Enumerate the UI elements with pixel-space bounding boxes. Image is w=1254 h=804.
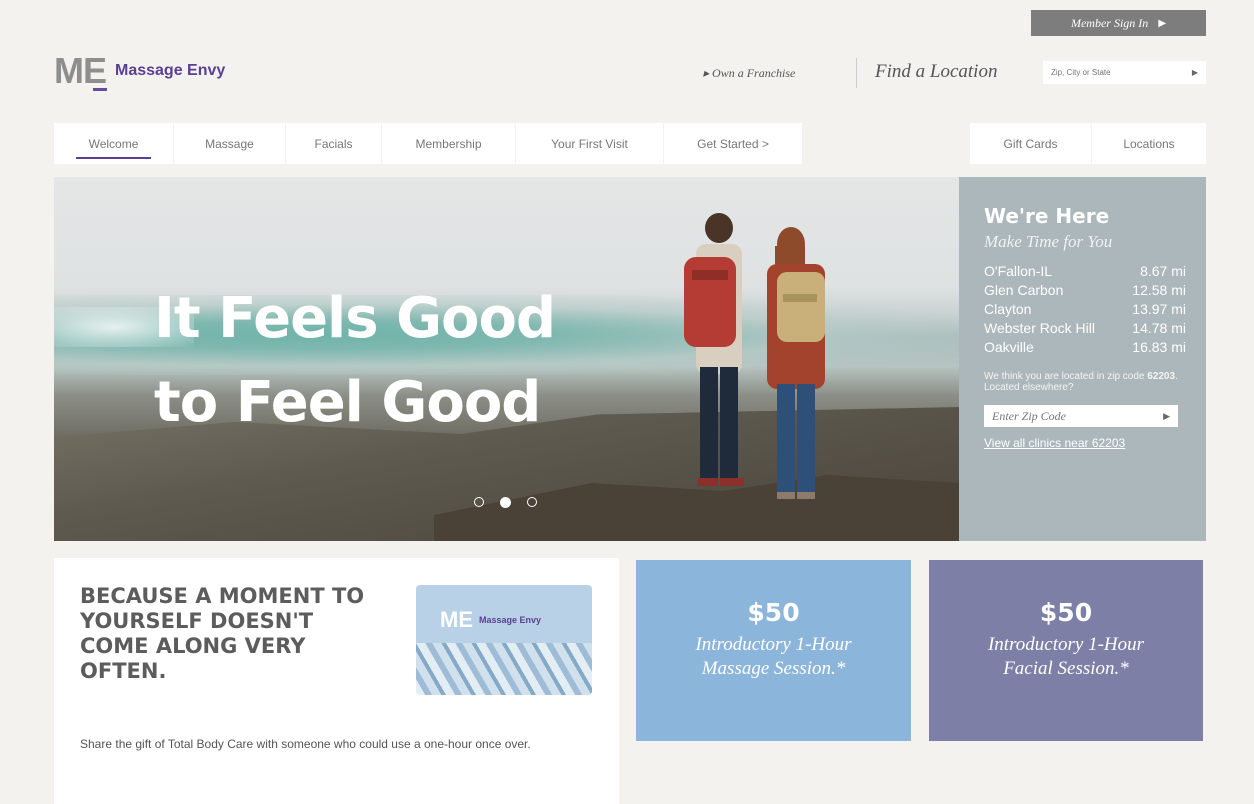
location-distance: 12.58 mi bbox=[1132, 282, 1186, 298]
logo-mark: ME bbox=[54, 50, 107, 91]
hero-headline-line1: It Feels Good bbox=[154, 286, 556, 351]
nav-item-get-started[interactable]: Get Started > bbox=[664, 123, 802, 164]
location-row[interactable]: Oakville 16.83 mi bbox=[984, 338, 1186, 357]
offer-line1: Introductory 1-Hour bbox=[695, 634, 852, 655]
offer-price: $50 bbox=[1039, 598, 1093, 627]
nav-item-membership[interactable]: Membership bbox=[382, 123, 516, 164]
location-search-input[interactable] bbox=[1051, 68, 1171, 77]
carousel-dot-1[interactable] bbox=[474, 497, 484, 507]
nav-label: Locations bbox=[1123, 136, 1175, 151]
play-arrow-icon: ▶ bbox=[1158, 17, 1167, 29]
nav-label: Massage bbox=[205, 136, 254, 151]
member-signin-button[interactable]: Member Sign In ▶ bbox=[1031, 10, 1206, 36]
location-search-box: ▶ bbox=[1043, 61, 1206, 84]
nav-item-first-visit[interactable]: Your First Visit bbox=[516, 123, 664, 164]
location-row[interactable]: Clayton 13.97 mi bbox=[984, 300, 1186, 319]
gift-card-logo: ME Massage Envy bbox=[440, 607, 541, 633]
zip-submit-arrow-icon[interactable]: ▶ bbox=[1163, 411, 1170, 422]
location-row[interactable]: Webster Rock Hill 14.78 mi bbox=[984, 319, 1186, 338]
nav-label: Gift Cards bbox=[1003, 136, 1058, 151]
main-nav: Welcome Massage Facials Membership Your … bbox=[54, 123, 802, 164]
offer-description: Introductory 1-Hour Facial Session.* bbox=[929, 633, 1203, 681]
location-distance: 13.97 mi bbox=[1132, 301, 1186, 317]
logo-underline bbox=[93, 88, 107, 91]
own-franchise-link[interactable]: ▸ Own a Franchise bbox=[703, 66, 795, 81]
promo-text: Share the gift of Total Body Care with s… bbox=[80, 737, 531, 751]
offer-price: $50 bbox=[747, 598, 800, 627]
hero-banner[interactable]: It Feels Good to Feel Good bbox=[54, 177, 959, 541]
small-arrow-icon: ▸ bbox=[703, 66, 710, 80]
location-distance: 14.78 mi bbox=[1132, 320, 1186, 336]
nav-label: Facials bbox=[314, 136, 353, 151]
carousel-dots bbox=[474, 497, 537, 508]
nav-item-locations[interactable]: Locations bbox=[1092, 123, 1206, 164]
nearby-locations-list: O'Fallon-IL 8.67 mi Glen Carbon 12.58 mi… bbox=[984, 262, 1186, 357]
location-name: Webster Rock Hill bbox=[984, 320, 1095, 336]
offer-description: Introductory 1-Hour Massage Session.* bbox=[636, 633, 911, 681]
nav-item-facials[interactable]: Facials bbox=[286, 123, 382, 164]
gift-card-mark: ME bbox=[440, 607, 473, 632]
hero-headline-line2: to Feel Good bbox=[154, 370, 541, 435]
nav-label: Get Started > bbox=[697, 136, 769, 151]
hero-headline: It Feels Good to Feel Good bbox=[154, 277, 556, 445]
nav-item-gift-cards[interactable]: Gift Cards bbox=[970, 123, 1092, 164]
gift-promo-card: BECAUSE A MOMENT TO YOURSELF DOESN'T COM… bbox=[54, 558, 619, 804]
zip-code-input[interactable] bbox=[992, 408, 1142, 424]
massage-offer-tile[interactable]: $50 Introductory 1-Hour Massage Session.… bbox=[636, 560, 911, 741]
facial-offer-tile[interactable]: $50 Introductory 1-Hour Facial Session.* bbox=[929, 560, 1203, 741]
nav-item-massage[interactable]: Massage bbox=[174, 123, 286, 164]
view-all-clinics-link[interactable]: View all clinics near 62203 bbox=[984, 436, 1186, 450]
carousel-dot-2[interactable] bbox=[500, 497, 511, 508]
brand-name: Massage Envy bbox=[115, 62, 226, 79]
location-name: Glen Carbon bbox=[984, 282, 1064, 298]
gift-card-pattern bbox=[416, 643, 592, 695]
locator-subtitle: Make Time for You bbox=[984, 232, 1113, 251]
gift-card-image[interactable]: ME Massage Envy bbox=[416, 585, 592, 695]
hero-woman-figure bbox=[767, 227, 825, 499]
brand-logo[interactable]: ME Massage Envy bbox=[54, 50, 226, 91]
location-panel: We're Here Make Time for You O'Fallon-IL… bbox=[959, 177, 1206, 541]
nav-label: Welcome bbox=[88, 136, 139, 151]
location-row[interactable]: O'Fallon-IL 8.67 mi bbox=[984, 262, 1186, 281]
gift-card-brand: Massage Envy bbox=[479, 615, 542, 625]
offer-line2: Massage Session.* bbox=[701, 658, 846, 679]
promo-heading: BECAUSE A MOMENT TO YOURSELF DOESN'T COM… bbox=[80, 584, 365, 683]
header-divider bbox=[856, 58, 857, 88]
offer-line2: Facial Session.* bbox=[1003, 658, 1129, 679]
location-name: Clayton bbox=[984, 301, 1032, 317]
location-row[interactable]: Glen Carbon 12.58 mi bbox=[984, 281, 1186, 300]
own-franchise-label: Own a Franchise bbox=[712, 66, 796, 80]
search-submit-arrow-icon[interactable]: ▶ bbox=[1192, 68, 1198, 77]
location-distance: 16.83 mi bbox=[1132, 339, 1186, 355]
note-prefix: We think you are located in zip code bbox=[984, 371, 1148, 382]
detected-location-note: We think you are located in zip code 622… bbox=[984, 371, 1186, 393]
find-location-heading: Find a Location bbox=[875, 61, 998, 82]
detected-zip: 62203 bbox=[1147, 371, 1176, 382]
nav-label: Membership bbox=[415, 136, 482, 151]
member-signin-label: Member Sign In bbox=[1070, 15, 1149, 30]
location-name: Oakville bbox=[984, 339, 1034, 355]
carousel-dot-3[interactable] bbox=[527, 497, 537, 507]
location-name: O'Fallon-IL bbox=[984, 263, 1053, 279]
offer-line1: Introductory 1-Hour bbox=[987, 634, 1145, 655]
locator-title: We're Here bbox=[984, 204, 1110, 228]
logo-mark-text: ME bbox=[54, 50, 107, 91]
location-distance: 8.67 mi bbox=[1140, 263, 1186, 279]
zip-code-box: ▶ bbox=[984, 405, 1178, 427]
nav-label: Your First Visit bbox=[551, 136, 628, 151]
secondary-nav: Gift Cards Locations bbox=[970, 123, 1206, 164]
nav-item-welcome[interactable]: Welcome bbox=[54, 123, 174, 164]
